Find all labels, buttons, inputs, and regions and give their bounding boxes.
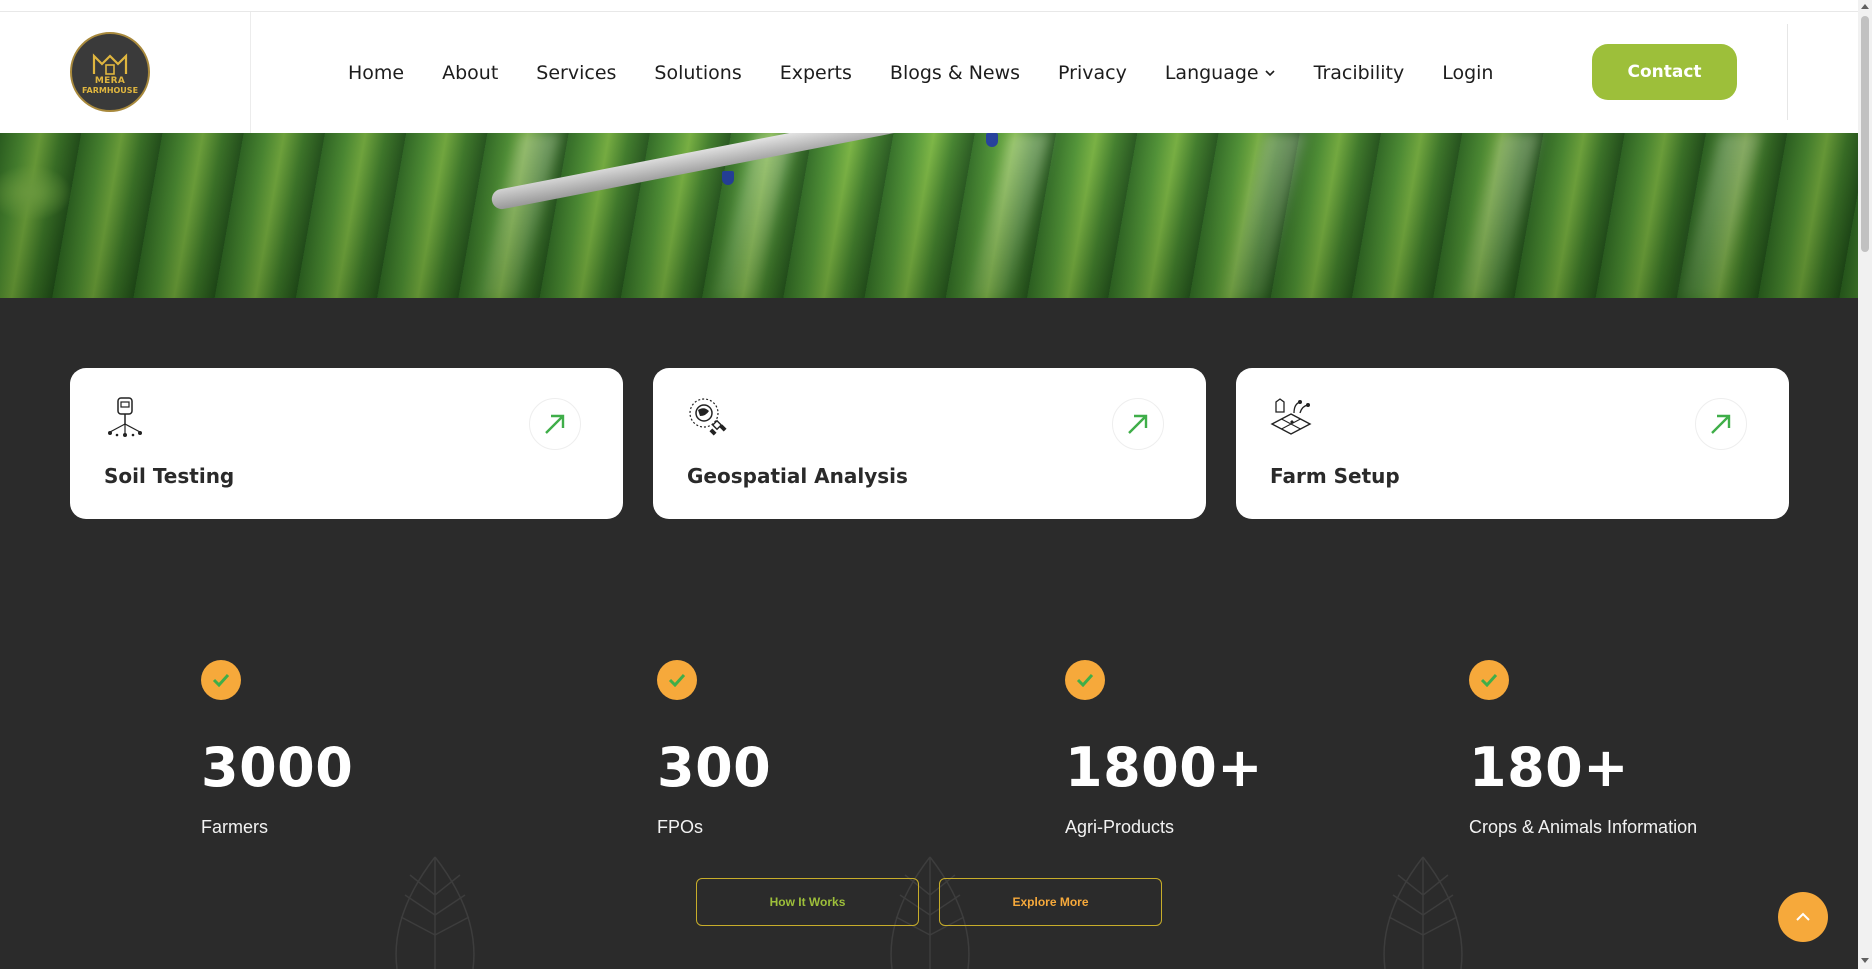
soil-probe-icon	[108, 397, 142, 437]
irrigation-pipe	[490, 133, 946, 211]
nav-solutions[interactable]: Solutions	[654, 62, 741, 84]
page-scrollbar[interactable]	[1858, 0, 1872, 969]
hero-image-irrigation	[0, 133, 1858, 298]
nav-language-dropdown[interactable]: Language	[1165, 62, 1276, 84]
check-circle-icon	[1065, 660, 1105, 700]
nav-tracibility[interactable]: Tracibility	[1314, 62, 1405, 84]
stat-crops-animals: 180+ Crops & Animals Information	[1469, 660, 1697, 837]
arrow-up-right-icon	[1711, 414, 1731, 434]
service-title: Soil Testing	[104, 464, 235, 488]
site-logo[interactable]: MERA FARMHOUSE	[70, 32, 150, 112]
nozzle	[722, 171, 734, 185]
arrow-up-right-button[interactable]	[529, 398, 581, 450]
chevron-up-icon	[1796, 912, 1810, 921]
site-header: MERA FARMHOUSE Home About Services Solut…	[0, 12, 1858, 133]
spray-mist	[479, 133, 561, 298]
nav-privacy[interactable]: Privacy	[1058, 62, 1127, 84]
stat-farmers: 3000 Farmers	[201, 660, 353, 837]
service-title: Geospatial Analysis	[687, 464, 908, 488]
service-card-geospatial-analysis[interactable]: Geospatial Analysis	[653, 368, 1206, 519]
spray-mist	[714, 133, 796, 298]
scroll-up-arrow-icon[interactable]	[1861, 4, 1869, 9]
nozzle	[986, 133, 998, 147]
explore-more-button[interactable]: Explore More	[939, 878, 1162, 926]
header-divider	[1787, 24, 1788, 120]
scroll-to-top-button[interactable]	[1778, 892, 1828, 942]
nav-language-label: Language	[1164, 61, 1259, 84]
stat-value: 3000	[201, 736, 354, 799]
service-card-soil-testing[interactable]: Soil Testing	[70, 368, 623, 519]
arrow-up-right-icon	[545, 414, 565, 434]
how-it-works-button[interactable]: How It Works	[696, 878, 919, 926]
stat-label: Farmers	[201, 817, 268, 837]
nav-about[interactable]: About	[442, 62, 498, 84]
nav-blogs-news[interactable]: Blogs & News	[890, 62, 1020, 84]
leaf-decoration-icon	[1383, 856, 1463, 969]
service-title: Farm Setup	[1270, 464, 1400, 488]
scroll-down-arrow-icon[interactable]	[1861, 958, 1869, 963]
stat-label: FPOs	[657, 817, 704, 837]
nav-services[interactable]: Services	[536, 62, 616, 84]
farmhouse-logo-icon	[92, 52, 128, 75]
spray-mist	[1459, 133, 1541, 298]
spray-mist	[1224, 133, 1306, 298]
main-nav: Home About Services Solutions Experts Bl…	[348, 12, 1531, 133]
stat-value: 300	[657, 736, 772, 799]
contact-button[interactable]: Contact	[1592, 44, 1737, 100]
leaf-decoration-icon	[395, 856, 475, 969]
nav-experts[interactable]: Experts	[780, 62, 852, 84]
stat-value: 1800+	[1065, 736, 1264, 799]
spray-mist	[969, 133, 1051, 298]
check-circle-icon	[1469, 660, 1509, 700]
check-circle-icon	[657, 660, 697, 700]
check-circle-icon	[201, 660, 241, 700]
logo-text-farmhouse: FARMHOUSE	[81, 85, 139, 95]
service-card-farm-setup[interactable]: Farm Setup	[1236, 368, 1789, 519]
logo-text-mera: MERA	[94, 75, 126, 86]
nav-home[interactable]: Home	[348, 62, 404, 84]
stat-agri-products: 1800+ Agri-Products	[1065, 660, 1263, 837]
stat-fpos: 300 FPOs	[657, 660, 771, 837]
scrollbar-thumb[interactable]	[1861, 16, 1869, 252]
top-strip	[0, 0, 1858, 12]
nav-login[interactable]: Login	[1442, 62, 1493, 84]
chevron-down-icon	[1265, 69, 1275, 76]
stat-label: Agri-Products	[1065, 817, 1175, 837]
farm-plot-icon	[1270, 398, 1312, 435]
stat-value: 180+	[1469, 736, 1629, 799]
stat-label: Crops & Animals Information	[1469, 817, 1698, 837]
logo-cell: MERA FARMHOUSE	[0, 12, 251, 133]
arrow-up-right-button[interactable]	[1112, 398, 1164, 450]
spray-mist	[1679, 133, 1761, 298]
arrow-up-right-icon	[1128, 414, 1148, 434]
arrow-up-right-button[interactable]	[1695, 398, 1747, 450]
satellite-globe-icon	[689, 398, 727, 436]
